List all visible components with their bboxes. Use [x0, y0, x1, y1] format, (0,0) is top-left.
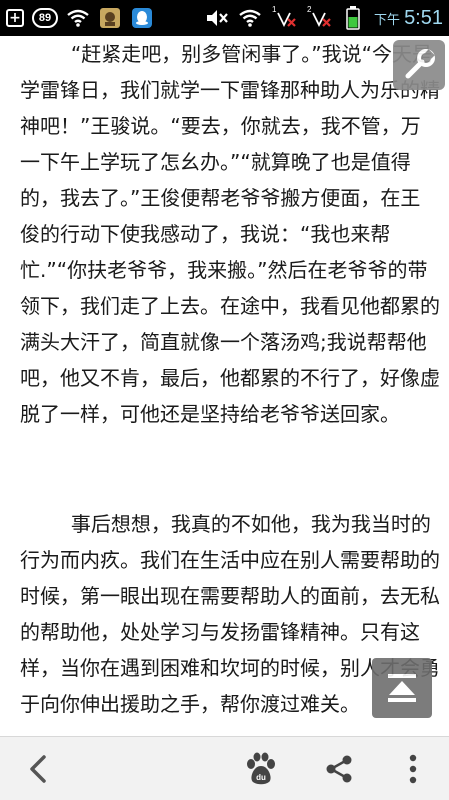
wrench-icon [405, 49, 435, 79]
wifi-question-icon [66, 7, 90, 29]
clock-time: 5:51 [404, 6, 443, 29]
qq-icon [130, 7, 154, 29]
back-button[interactable] [10, 737, 66, 800]
scroll-to-top-icon [388, 674, 416, 702]
clock-ampm: 下午 [374, 11, 401, 27]
article-content: “赶紧走吧，别多管闲事了。”我说“今天是学雷锋日，我们就学一下雷锋那种助人为乐的… [0, 36, 449, 736]
wifi-icon [238, 7, 262, 29]
baidu-button[interactable]: du [233, 737, 289, 800]
add-notification-icon: + [6, 9, 24, 27]
app-notification-icon [98, 7, 122, 29]
mute-icon [205, 7, 229, 29]
notification-count-badge: 89 [32, 8, 58, 28]
svg-text:du: du [256, 773, 266, 782]
share-button[interactable] [311, 737, 367, 800]
baidu-paw-icon: du [247, 752, 275, 785]
more-options-button[interactable] [385, 737, 441, 800]
article-paragraph: “赶紧走吧，别多管闲事了。”我说“今天是学雷锋日，我们就学一下雷锋那种助人为乐的… [20, 42, 440, 426]
status-bar: + 89 1 2 下午 5:51 [0, 0, 449, 36]
clock: 下午 5:51 [374, 7, 443, 30]
tools-button[interactable] [393, 40, 445, 90]
share-icon [326, 755, 352, 783]
sim1-signal-icon: 1 [271, 5, 297, 29]
bottom-toolbar: du [0, 736, 449, 800]
sim1-label: 1 [272, 5, 277, 14]
back-chevron-icon [30, 755, 46, 783]
battery-icon [341, 6, 365, 30]
scroll-to-top-button[interactable] [372, 658, 432, 718]
sim2-signal-icon: 2 [306, 5, 332, 29]
sim2-label: 2 [307, 5, 312, 14]
more-vertical-icon [409, 754, 417, 784]
